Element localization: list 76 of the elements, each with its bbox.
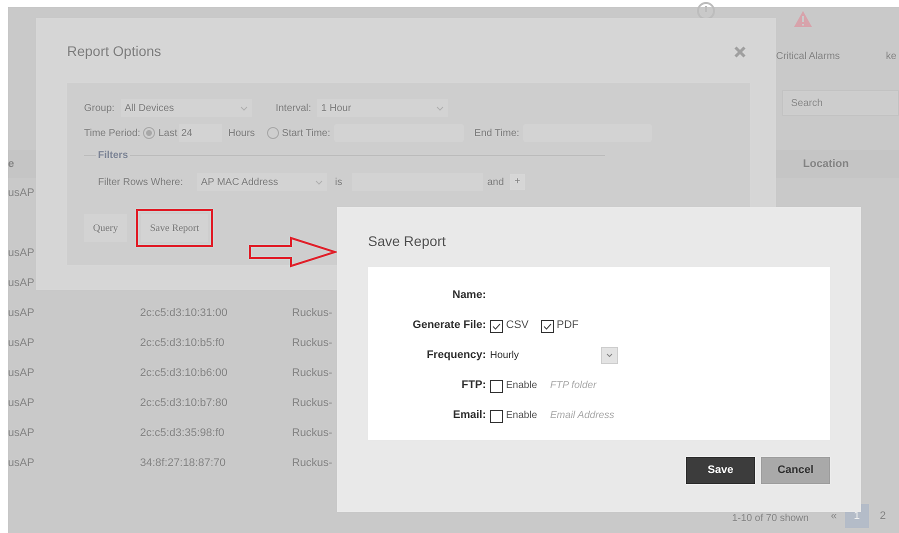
checkbox[interactable] xyxy=(540,320,554,333)
field-label: Group: xyxy=(84,102,115,116)
table-cell-text: Ruckus- xyxy=(292,366,332,381)
table-cell-text: usAP xyxy=(8,426,34,441)
checkbox-label: CSV xyxy=(506,318,529,333)
frequency-select[interactable]: Hourly xyxy=(490,346,618,364)
radio-label: Last xyxy=(158,126,178,140)
field-label: Name: xyxy=(451,288,487,303)
input-field[interactable]: Email Address xyxy=(550,408,614,422)
warning-icon[interactable] xyxy=(794,11,812,27)
table-cell-text: usAP xyxy=(8,246,34,261)
query-button[interactable]: Query xyxy=(84,214,127,242)
input-field[interactable]: FTP folder xyxy=(550,378,596,392)
add-filter-button[interactable]: + xyxy=(510,174,525,190)
checkbox[interactable] xyxy=(490,320,503,333)
filters-legend: Filters xyxy=(96,148,130,163)
table-cell-text: usAP xyxy=(8,186,34,201)
field-label: Time Period: xyxy=(84,126,140,140)
chevron-icon xyxy=(436,106,444,110)
user-name[interactable]: ke xyxy=(886,49,896,64)
table-cell-text: Ruckus- xyxy=(292,456,332,471)
chevron-icon xyxy=(240,106,248,110)
cancel-button[interactable]: Cancel xyxy=(761,457,830,484)
hours-field[interactable]: 24 xyxy=(179,124,222,142)
field-label: FTP: xyxy=(460,378,487,393)
clock-icon[interactable] xyxy=(696,1,716,21)
checkbox-label: Enable xyxy=(506,378,538,392)
previous-page-link[interactable]: « xyxy=(830,508,837,524)
table-cell-text: 2c:c5:d3:35:98:f0 xyxy=(140,426,224,441)
table-cell-text: usAP xyxy=(8,396,34,411)
radio-label: Start Time: xyxy=(282,126,330,140)
checkbox-label: Enable xyxy=(506,408,538,422)
search-field[interactable]: Search xyxy=(782,90,899,116)
unit-label: Hours xyxy=(228,126,255,140)
save-report-button[interactable]: Save Report xyxy=(141,214,208,242)
interval-select[interactable]: 1 Hour xyxy=(317,99,448,117)
table-cell-text: usAP xyxy=(8,366,34,381)
table-cell-text: 2c:c5:d3:10:31:00 xyxy=(140,306,228,321)
radio-button[interactable] xyxy=(143,127,156,139)
chevron-icon xyxy=(606,352,613,358)
table-cell-text: Ruckus- xyxy=(292,306,332,321)
operator-label: is xyxy=(335,176,342,190)
column-header[interactable]: Location xyxy=(803,156,849,172)
group-select[interactable]: All Devices xyxy=(120,99,252,117)
field-label: Frequency: xyxy=(426,348,487,363)
close-icon[interactable] xyxy=(734,46,746,58)
right-arrow-icon xyxy=(249,236,337,268)
alarm-label[interactable]: Critical Alarms xyxy=(776,49,840,64)
save-button[interactable]: Save xyxy=(686,457,755,484)
table-cell-text: usAP xyxy=(8,306,34,321)
field-label: Filter Rows Where: xyxy=(98,176,184,190)
table-cell-text: 2c:c5:d3:10:b5:f0 xyxy=(140,336,224,351)
table-cell-text: 2c:c5:d3:10:b7:80 xyxy=(140,396,228,411)
filter-field-select[interactable]: AP MAC Address xyxy=(197,173,328,191)
radio-button[interactable] xyxy=(266,127,279,139)
pagination-summary: 1-10 of 70 shown xyxy=(732,514,809,524)
field-label: Generate File: xyxy=(412,318,487,333)
page-link[interactable]: 2 xyxy=(870,504,895,528)
checkbox[interactable] xyxy=(490,380,503,393)
checkbox[interactable] xyxy=(490,410,503,423)
table-cell-text: Ruckus- xyxy=(292,336,332,351)
table-cell-text: usAP xyxy=(8,456,34,471)
table-cell-text: usAP xyxy=(8,276,34,291)
dialog-title: Save Report xyxy=(368,232,447,251)
table-cell-text: 2c:c5:d3:10:b6:00 xyxy=(140,366,228,381)
field-label: End Time: xyxy=(474,126,520,140)
field-label: Email: xyxy=(452,408,487,423)
table-cell-text: Ruckus- xyxy=(292,396,332,411)
field-label: Interval: xyxy=(276,102,312,116)
conjunction-label: and xyxy=(487,176,504,190)
chevron-icon xyxy=(315,180,324,184)
table-cell-text: usAP xyxy=(8,336,34,351)
checkbox-label: PDF xyxy=(556,318,579,333)
table-cell-text: Ruckus- xyxy=(292,426,332,441)
table-cell-text: 34:8f:27:18:87:70 xyxy=(140,456,226,471)
dialog-title: Report Options xyxy=(67,42,162,61)
